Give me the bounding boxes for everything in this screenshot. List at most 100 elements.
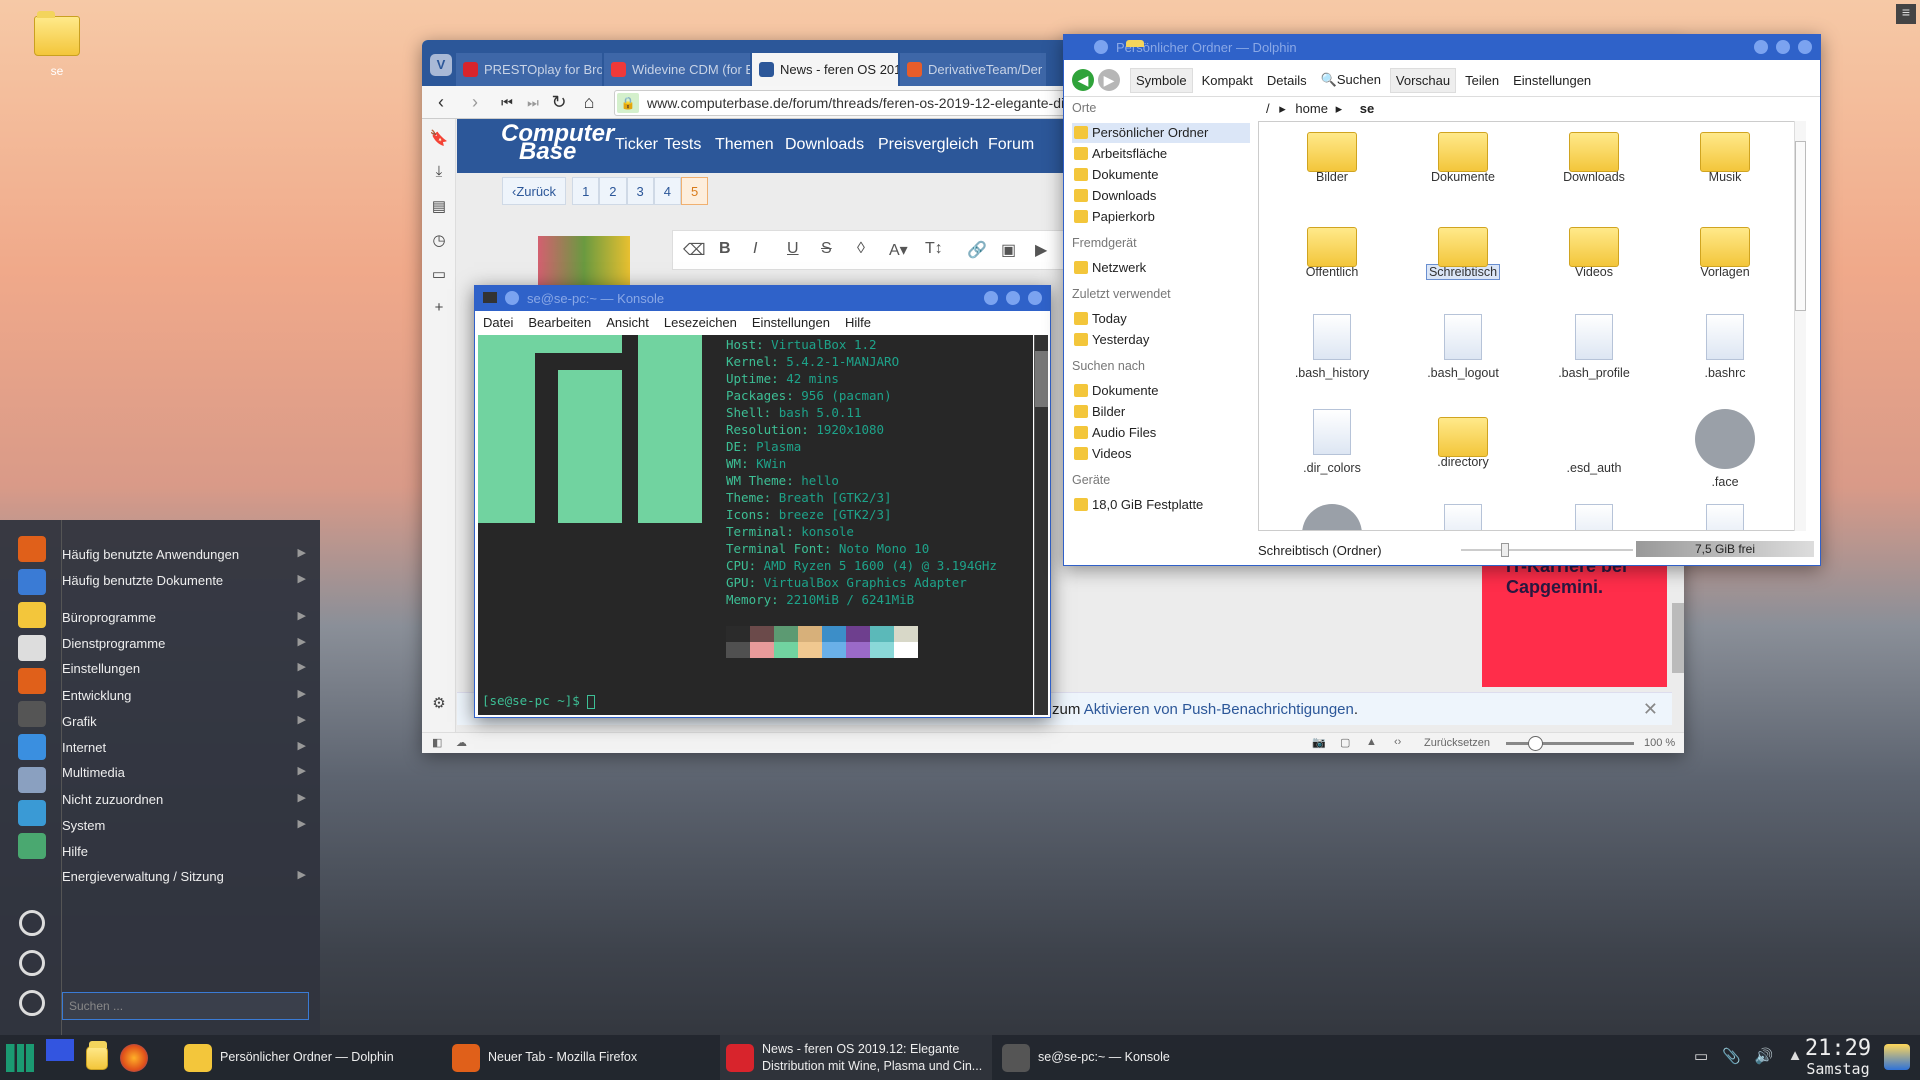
menu-category[interactable]: Hilfe [62,839,312,865]
shutdown-icon[interactable] [19,990,45,1016]
browser-tab[interactable]: Widevine CDM (for E [604,53,751,86]
text-format-icon[interactable]: T↕ [925,240,943,258]
zoom-slider[interactable] [1461,543,1633,557]
color-icon[interactable]: ◊ [857,240,865,258]
font-size-icon[interactable]: A▾ [889,240,908,260]
file-item[interactable]: .bash_profile [1534,314,1654,380]
reload-icon[interactable]: ↻ [548,92,570,113]
menu-category[interactable]: Häufig benutzte Anwendungen ▶ [62,542,312,568]
favorite-app-icon[interactable] [18,833,46,859]
menu-category[interactable]: Nicht zuzuordnen ▶ [62,787,312,813]
favorite-app-icon[interactable] [18,536,46,562]
places-item[interactable]: Dokumente [1072,381,1250,401]
menu-category[interactable]: System ▶ [62,813,312,839]
vivaldi-menu-icon[interactable]: V [430,54,452,76]
menu-lesezeichen[interactable]: Lesezeichen [664,315,737,330]
menu-einstellungen[interactable]: Einstellungen [752,315,830,330]
crumb-home[interactable]: home [1295,101,1328,116]
notes-widget-icon[interactable] [1884,1044,1910,1070]
share-button[interactable]: Teilen [1460,69,1504,92]
dolphin-titlebar[interactable]: Persönlicher Ordner — Dolphin [1064,35,1820,60]
file-item[interactable]: Schreibtisch [1403,219,1523,280]
browser-tab[interactable]: PRESTOplay for Brow [456,53,603,86]
places-item[interactable]: Audio Files [1072,423,1250,443]
settings-icon[interactable]: ⚙ [429,694,449,712]
browser-tab[interactable]: DerivativeTeam/Der [900,53,1047,86]
konsole-titlebar[interactable]: se@se-pc:~ — Konsole [475,286,1050,311]
task-button[interactable]: News - feren OS 2019.12: Elegante Distri… [720,1035,992,1080]
site-nav-preisvergleich[interactable]: Preisvergleich [878,136,978,154]
site-nav-forum[interactable]: Forum [988,136,1034,154]
terminal-output[interactable]: Host: VirtualBox 1.2 Kernel: 5.4.2-1-MANJ… [478,335,1033,715]
back-icon[interactable]: ◀ [1072,69,1094,91]
enable-push-link[interactable]: Aktivieren von Push-Benachrichtigungen [1084,701,1354,718]
menu-category[interactable]: Dienstprogramme ▶ [62,631,312,657]
menu-ansicht[interactable]: Ansicht [606,315,649,330]
menu-category[interactable]: Multimedia ▶ [62,760,312,786]
places-item[interactable]: Yesterday [1072,330,1250,350]
menu-category[interactable]: Entwicklung ▶ [62,683,312,709]
file-item[interactable] [1534,504,1654,530]
favorite-app-icon[interactable] [18,701,46,727]
file-item[interactable] [1403,504,1523,530]
favorite-app-icon[interactable] [18,734,46,760]
bold-icon[interactable]: B [719,240,731,258]
menu-search-input[interactable]: Suchen ... [62,992,309,1020]
task-button[interactable]: se@se-pc:~ — Konsole [996,1035,1196,1080]
places-item[interactable]: Today [1072,309,1250,329]
images-icon[interactable]: ▲ [1366,736,1377,748]
downloads-icon[interactable]: ⤓ [429,163,449,180]
pager-back[interactable]: ‹Zurück [502,177,567,205]
preview-button[interactable]: Vorschau [1389,67,1457,93]
terminal-scrollbar[interactable] [1034,335,1048,715]
site-nav-themen[interactable]: Themen [715,136,774,154]
pin-button[interactable] [505,291,519,305]
menu-category[interactable]: Grafik ▶ [62,709,312,735]
menu-category[interactable]: Büroprogramme ▶ [62,605,312,631]
view-details-button[interactable]: Details [1262,69,1312,92]
add-panel-icon[interactable]: + [429,299,449,316]
notes-icon[interactable]: ▤ [429,197,449,215]
favorite-app-icon[interactable] [18,569,46,595]
menu-category[interactable]: Energieverwaltung / Sitzung ▶ [62,864,312,890]
sync-cloud-icon[interactable]: ☁ [456,736,467,749]
search-button[interactable]: 🔍Suchen [1316,68,1386,92]
menu-category[interactable]: Einstellungen ▶ [62,656,312,682]
maximize-button[interactable] [1776,40,1790,54]
forward-icon[interactable]: › [464,92,486,113]
site-nav-ticker[interactable]: Ticker [615,136,658,154]
window-panel-icon[interactable]: ▭ [429,265,449,283]
desktop-menu-icon[interactable]: ≡ [1896,4,1916,24]
file-item[interactable]: .bashrc [1665,314,1785,380]
file-item[interactable] [1272,504,1392,530]
file-item[interactable]: .directory [1403,409,1523,469]
page-link[interactable]: 4 [653,177,681,205]
minimize-button[interactable] [1754,40,1768,54]
places-item[interactable]: 18,0 GiB Festplatte [1072,495,1250,515]
rewind-icon[interactable]: ⏮ [496,95,518,111]
firefox-launcher-icon[interactable] [120,1043,148,1072]
places-item[interactable]: Arbeitsfläche [1072,144,1250,164]
eraser-icon[interactable]: ⌫ [683,240,706,260]
forward-icon[interactable]: ▶ [1098,69,1120,91]
volume-icon[interactable]: 🔊 [1755,1047,1774,1065]
capture-icon[interactable]: 📷 [1312,736,1326,749]
image-icon[interactable]: ▣ [1001,240,1016,260]
crumb-current[interactable]: se [1360,101,1374,116]
favorite-app-icon[interactable] [18,668,46,694]
places-item[interactable]: Papierkorb [1072,207,1250,227]
file-view-scrollbar[interactable] [1794,121,1806,531]
places-item[interactable]: Dokumente [1072,165,1250,185]
file-item[interactable]: Bilder [1272,124,1392,184]
favorite-app-icon[interactable] [18,602,46,628]
file-item[interactable]: .esd_auth [1534,409,1654,475]
restart-icon[interactable] [19,950,45,976]
file-item[interactable]: Musik [1665,124,1785,184]
zoom-reset[interactable]: Zurücksetzen [1424,737,1490,749]
favorite-app-icon[interactable] [18,800,46,826]
lock-screen-icon[interactable] [19,910,45,936]
settings-menu-button[interactable]: Einstellungen [1508,69,1596,92]
page-actions-icon[interactable]: ‹› [1394,736,1401,748]
advertisement[interactable]: IT-Karriere bei Capgemini. [1482,553,1667,687]
menu-bearbeiten[interactable]: Bearbeiten [528,315,591,330]
